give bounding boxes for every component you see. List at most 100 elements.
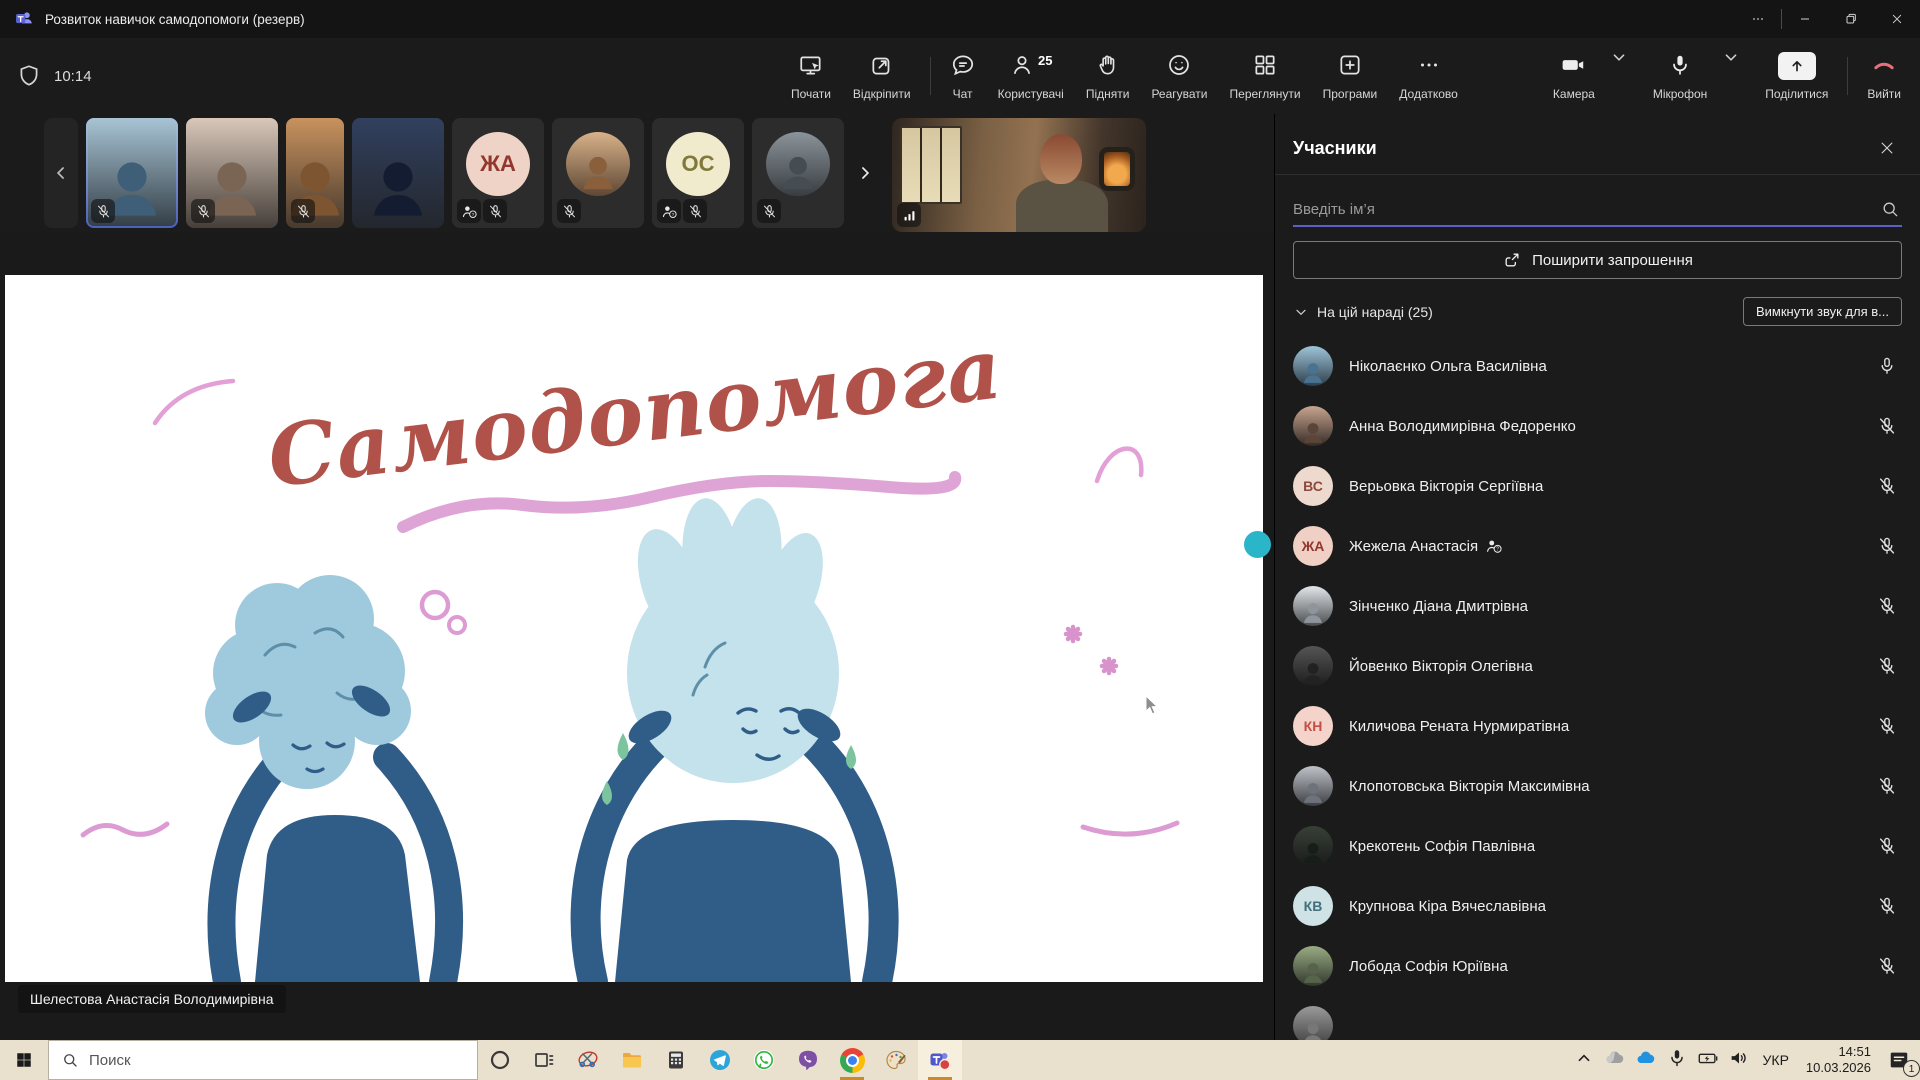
participant-row[interactable] bbox=[1275, 996, 1920, 1040]
mic-off-icon[interactable] bbox=[1876, 535, 1898, 557]
participant-row[interactable]: ЖАЖежела Анастасія? bbox=[1275, 516, 1920, 576]
tile-badges bbox=[91, 199, 115, 223]
toolbar-divider bbox=[1847, 57, 1848, 95]
participant-row[interactable]: Зінченко Діана Дмитрівна bbox=[1275, 576, 1920, 636]
meeting-info: 10:14 bbox=[16, 38, 92, 114]
tray-microphone[interactable] bbox=[1666, 1047, 1688, 1074]
start-button[interactable] bbox=[0, 1040, 48, 1080]
toolbar-more-button[interactable]: Додатково bbox=[1388, 52, 1469, 101]
toolbar-raise-hand-button[interactable]: Підняти bbox=[1075, 52, 1141, 101]
video-tile[interactable]: ЖА? bbox=[452, 118, 544, 228]
avatar-initials: КВ bbox=[1293, 886, 1333, 926]
tray-volume[interactable] bbox=[1728, 1047, 1750, 1074]
participant-row[interactable]: КНКиличова Рената Нурмиратівна bbox=[1275, 696, 1920, 756]
video-tile[interactable] bbox=[352, 118, 444, 228]
mic-off-icon[interactable] bbox=[1876, 955, 1898, 977]
camera-button[interactable]: Камера bbox=[1542, 52, 1606, 101]
restore-button[interactable] bbox=[1828, 0, 1874, 38]
share-invite-button[interactable]: Поширити запрошення bbox=[1293, 241, 1902, 279]
participant-row[interactable]: Анна Володимирівна Федоренко bbox=[1275, 396, 1920, 456]
participant-row[interactable]: Ніколаєнко Ольга Василівна bbox=[1275, 336, 1920, 396]
participant-row[interactable]: Клопотовська Вікторія Максимівна bbox=[1275, 756, 1920, 816]
video-tile[interactable] bbox=[286, 118, 344, 228]
toolbar-right: Камера Мікрофон Поділитися Вийти bbox=[1542, 38, 1912, 114]
taskbar-app-calculator[interactable] bbox=[654, 1040, 698, 1080]
mic-off-icon[interactable] bbox=[1876, 475, 1898, 497]
toolbar-react-button[interactable]: Реагувати bbox=[1140, 52, 1218, 101]
teams-app-icon bbox=[14, 9, 34, 29]
toolbar-chat-button[interactable]: Чат bbox=[939, 52, 987, 101]
microphone-button[interactable]: Мікрофон bbox=[1642, 52, 1718, 101]
participant-name: Йовенко Вікторія Олегівна bbox=[1349, 658, 1533, 675]
video-tile[interactable] bbox=[552, 118, 644, 228]
mic-off-icon[interactable] bbox=[1876, 655, 1898, 677]
spotlight-video-tile[interactable] bbox=[892, 118, 1146, 232]
shared-slide[interactable]: Самодопомога bbox=[5, 275, 1263, 982]
search-icon[interactable] bbox=[1880, 199, 1900, 219]
toolbar-label: Відкріпити bbox=[853, 87, 911, 101]
share-button[interactable]: Поділитися bbox=[1754, 52, 1839, 101]
taskbar-app-whatsapp[interactable] bbox=[742, 1040, 786, 1080]
minimize-icon bbox=[1797, 11, 1813, 27]
taskbar-search-input[interactable] bbox=[89, 1052, 465, 1069]
tray-onedrive-gray[interactable] bbox=[1604, 1047, 1626, 1074]
close-window-button[interactable] bbox=[1874, 0, 1920, 38]
taskbar-app-telegram[interactable] bbox=[698, 1040, 742, 1080]
participant-row[interactable]: Лобода Софія Юріївна bbox=[1275, 936, 1920, 996]
mic-off-icon[interactable] bbox=[1876, 595, 1898, 617]
tray-onedrive-blue[interactable] bbox=[1635, 1047, 1657, 1074]
leave-button[interactable]: Вийти bbox=[1856, 52, 1912, 101]
dots-icon bbox=[1416, 52, 1442, 78]
microphone-options-chevron[interactable] bbox=[1720, 46, 1742, 68]
task-view-button[interactable] bbox=[522, 1040, 566, 1080]
action-center-button[interactable]: 1 bbox=[1884, 1045, 1914, 1075]
participant-row[interactable]: Крекотень Софія Павлівна bbox=[1275, 816, 1920, 876]
video-tile[interactable] bbox=[86, 118, 178, 228]
taskbar-app-paint[interactable] bbox=[874, 1040, 918, 1080]
participant-row[interactable]: КВКрупнова Кіра Вячеславівна bbox=[1275, 876, 1920, 936]
toolbar-popout-button[interactable]: Відкріпити bbox=[842, 52, 922, 101]
participant-row[interactable]: ВСВерьовка Вікторія Сергіївна bbox=[1275, 456, 1920, 516]
tray-expand-button[interactable] bbox=[1573, 1047, 1595, 1074]
toolbar-people-button[interactable]: 25Користувачі bbox=[987, 52, 1075, 101]
taskbar-app-viber[interactable] bbox=[786, 1040, 830, 1080]
smile-icon bbox=[1166, 52, 1192, 78]
mic-off-icon[interactable] bbox=[1876, 775, 1898, 797]
mic-on-icon[interactable] bbox=[1876, 355, 1898, 377]
toolbar-start-share-button[interactable]: Почати bbox=[780, 52, 842, 101]
taskbar-app-file-explorer[interactable] bbox=[610, 1040, 654, 1080]
video-tile[interactable]: ОС? bbox=[652, 118, 744, 228]
taskbar-clock[interactable]: 14:5110.03.2026 bbox=[1806, 1044, 1871, 1077]
presenter-cursor-dot bbox=[1244, 531, 1271, 558]
language-indicator[interactable]: УКР bbox=[1763, 1052, 1789, 1068]
chevron-down-icon[interactable] bbox=[1293, 304, 1309, 320]
task-view-icon bbox=[532, 1048, 556, 1072]
mic-off-icon[interactable] bbox=[1876, 715, 1898, 737]
participant-row[interactable]: Йовенко Вікторія Олегівна bbox=[1275, 636, 1920, 696]
strip-next-button[interactable] bbox=[852, 118, 878, 228]
mic-off-icon[interactable] bbox=[1876, 895, 1898, 917]
taskbar-search[interactable] bbox=[48, 1040, 478, 1080]
tray-battery[interactable] bbox=[1697, 1047, 1719, 1074]
toolbar-apps-button[interactable]: Програми bbox=[1312, 52, 1389, 101]
mic-off-icon[interactable] bbox=[1876, 415, 1898, 437]
video-tile[interactable] bbox=[752, 118, 844, 228]
titlebar-more-button[interactable] bbox=[1735, 0, 1781, 38]
chevron-up-icon bbox=[1573, 1047, 1595, 1069]
share-box bbox=[1778, 52, 1816, 80]
camera-options-chevron[interactable] bbox=[1608, 46, 1630, 68]
strip-prev-button[interactable] bbox=[44, 118, 78, 228]
close-panel-button[interactable] bbox=[1872, 133, 1902, 163]
taskbar-app-snipping-tool[interactable] bbox=[566, 1040, 610, 1080]
toolbar-view-button[interactable]: Переглянути bbox=[1219, 52, 1312, 101]
mic-off-icon[interactable] bbox=[1876, 835, 1898, 857]
mute-all-button[interactable]: Вимкнути звук для в... bbox=[1743, 297, 1902, 326]
video-tile[interactable] bbox=[186, 118, 278, 228]
taskbar-app-teams[interactable] bbox=[918, 1040, 962, 1080]
taskbar-app-chrome[interactable] bbox=[830, 1040, 874, 1080]
muted-badge bbox=[557, 199, 581, 223]
hang-up-icon bbox=[1871, 52, 1897, 78]
cortana-button[interactable] bbox=[478, 1040, 522, 1080]
search-input[interactable] bbox=[1293, 201, 1880, 218]
minimize-button[interactable] bbox=[1782, 0, 1828, 38]
